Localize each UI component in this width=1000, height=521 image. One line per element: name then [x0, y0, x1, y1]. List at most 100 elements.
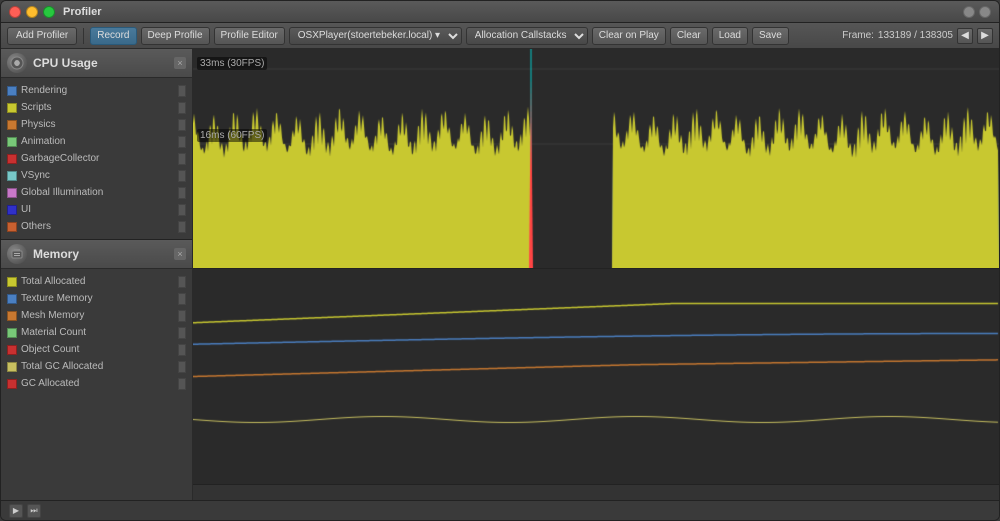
mem-label-gc_allocated: GC Allocated — [21, 378, 79, 389]
mem-legend-object_count[interactable]: Object Count — [3, 341, 190, 358]
mem-line-btn-total_gc[interactable] — [178, 361, 186, 373]
target-select[interactable]: OSXPlayer(stoertebeker.local) ▾ — [289, 27, 462, 45]
cpu-canvas — [193, 49, 999, 268]
cpu-color-ui — [7, 205, 17, 215]
cpu-line-btn-gc[interactable] — [178, 153, 186, 165]
allocation-select[interactable]: Allocation Callstacks — [466, 27, 588, 45]
profile-editor-button[interactable]: Profile Editor — [214, 27, 285, 45]
cpu-label-rendering: Rendering — [21, 85, 67, 96]
memory-section: Memory × Total Allocated Texture Memory … — [1, 239, 192, 500]
cpu-legend-vsync[interactable]: VSync — [3, 167, 190, 184]
cpu-color-animation — [7, 137, 17, 147]
cpu-close-button[interactable]: × — [174, 57, 186, 69]
mem-color-total_allocated — [7, 277, 17, 287]
cpu-color-vsync — [7, 171, 17, 181]
mem-lines-mesh_memory — [178, 310, 186, 322]
mem-color-total_gc — [7, 362, 17, 372]
cpu-legend-gc[interactable]: GarbageCollector — [3, 150, 190, 167]
cpu-label-scripts: Scripts — [21, 102, 52, 113]
profiler-window: Profiler Add Profiler Record Deep Profil… — [0, 0, 1000, 521]
mem-line-btn-material_count[interactable] — [178, 327, 186, 339]
mem-legend-total_allocated[interactable]: Total Allocated — [3, 273, 190, 290]
cpu-legend-rendering[interactable]: Rendering — [3, 82, 190, 99]
record-button[interactable]: Record — [90, 27, 136, 45]
cpu-line-btn-animation[interactable] — [178, 136, 186, 148]
frame-value: 133189 / 138305 — [878, 30, 953, 41]
cpu-legend-global_illumination[interactable]: Global Illumination — [3, 184, 190, 201]
mem-color-material_count — [7, 328, 17, 338]
playback-controls: ▶ ⏭ — [9, 504, 41, 518]
mem-lines-gc_allocated — [178, 378, 186, 390]
cpu-line-btn-scripts[interactable] — [178, 102, 186, 114]
mem-legend-texture_memory[interactable]: Texture Memory — [3, 290, 190, 307]
label-30fps: 33ms (30FPS) — [197, 57, 267, 70]
next-frame-button[interactable]: ▶ — [977, 28, 993, 44]
mem-lines-total_allocated — [178, 276, 186, 288]
cpu-legend-physics[interactable]: Physics — [3, 116, 190, 133]
memory-legend-list: Total Allocated Texture Memory Mesh Memo… — [1, 269, 192, 500]
cpu-lines-others — [178, 221, 186, 233]
mem-line-btn-object_count[interactable] — [178, 344, 186, 356]
clear-button[interactable]: Clear — [670, 27, 708, 45]
toolbar-separator-1 — [83, 28, 84, 44]
deep-profile-button[interactable]: Deep Profile — [141, 27, 210, 45]
mem-line-btn-mesh_memory[interactable] — [178, 310, 186, 322]
save-button[interactable]: Save — [752, 27, 789, 45]
cpu-lines-physics — [178, 119, 186, 131]
prev-frame-button[interactable]: ◀ — [957, 28, 973, 44]
memory-chart[interactable] — [193, 269, 999, 484]
cpu-legend-others[interactable]: Others — [3, 218, 190, 235]
mem-line-btn-gc_allocated[interactable] — [178, 378, 186, 390]
cpu-section-title: CPU Usage — [33, 56, 168, 70]
mem-legend-total_gc[interactable]: Total GC Allocated — [3, 358, 190, 375]
cpu-label-physics: Physics — [21, 119, 55, 130]
cpu-label-animation: Animation — [21, 136, 65, 147]
cpu-legend-ui[interactable]: UI — [3, 201, 190, 218]
cpu-line-btn-rendering[interactable] — [178, 85, 186, 97]
maximize-button[interactable] — [43, 6, 55, 18]
clear-on-play-button[interactable]: Clear on Play — [592, 27, 666, 45]
scrollbar[interactable] — [193, 484, 999, 500]
close-button[interactable] — [9, 6, 21, 18]
minimize-button[interactable] — [26, 6, 38, 18]
memory-close-button[interactable]: × — [174, 248, 186, 260]
cpu-lines-ui — [178, 204, 186, 216]
cpu-lines-scripts — [178, 102, 186, 114]
cpu-line-btn-ui[interactable] — [178, 204, 186, 216]
mem-line-btn-texture_memory[interactable] — [178, 293, 186, 305]
title-right-btn1[interactable] — [963, 6, 975, 18]
cpu-legend-scripts[interactable]: Scripts — [3, 99, 190, 116]
play-button[interactable]: ▶ — [9, 504, 23, 518]
mem-color-gc_allocated — [7, 379, 17, 389]
mem-label-material_count: Material Count — [21, 327, 86, 338]
cpu-color-gc — [7, 154, 17, 164]
window-title: Profiler — [63, 6, 102, 18]
cpu-color-scripts — [7, 103, 17, 113]
cpu-line-btn-vsync[interactable] — [178, 170, 186, 182]
cpu-section-header[interactable]: CPU Usage × — [1, 49, 192, 78]
cpu-line-btn-global_illumination[interactable] — [178, 187, 186, 199]
cpu-label-ui: UI — [21, 204, 31, 215]
cpu-legend-animation[interactable]: Animation — [3, 133, 190, 150]
memory-section-header[interactable]: Memory × — [1, 240, 192, 269]
load-button[interactable]: Load — [712, 27, 748, 45]
mem-color-object_count — [7, 345, 17, 355]
mem-lines-material_count — [178, 327, 186, 339]
cpu-lines-global_illumination — [178, 187, 186, 199]
mem-legend-mesh_memory[interactable]: Mesh Memory — [3, 307, 190, 324]
add-profiler-button[interactable]: Add Profiler — [7, 27, 77, 45]
toolbar: Add Profiler Record Deep Profile Profile… — [1, 23, 999, 49]
cpu-line-btn-others[interactable] — [178, 221, 186, 233]
mem-legend-gc_allocated[interactable]: GC Allocated — [3, 375, 190, 392]
step-button[interactable]: ⏭ — [27, 504, 41, 518]
cpu-chart[interactable]: 33ms (30FPS) 16ms (60FPS) — [193, 49, 999, 269]
mem-line-btn-total_allocated[interactable] — [178, 276, 186, 288]
mem-color-mesh_memory — [7, 311, 17, 321]
mem-label-total_gc: Total GC Allocated — [21, 361, 103, 372]
mem-legend-material_count[interactable]: Material Count — [3, 324, 190, 341]
cpu-lines-animation — [178, 136, 186, 148]
cpu-line-btn-physics[interactable] — [178, 119, 186, 131]
title-right-btn2[interactable] — [979, 6, 991, 18]
mem-lines-total_gc — [178, 361, 186, 373]
label-60fps: 16ms (60FPS) — [197, 129, 267, 142]
